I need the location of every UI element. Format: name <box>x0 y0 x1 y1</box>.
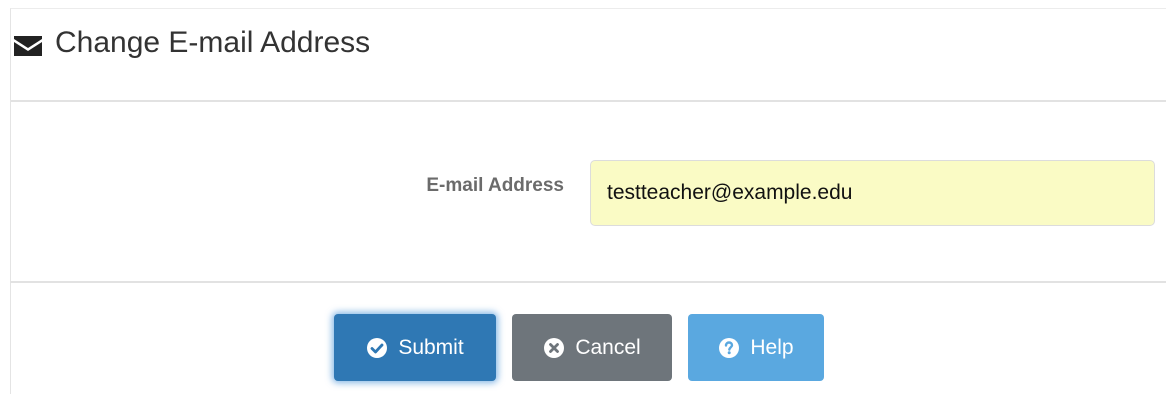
panel-header: Change E-mail Address <box>11 9 1166 102</box>
page-title: Change E-mail Address <box>55 26 371 59</box>
help-button[interactable]: Help <box>688 314 824 381</box>
submit-button[interactable]: Submit <box>334 314 496 381</box>
cancel-button[interactable]: Cancel <box>512 314 672 381</box>
question-circle-icon <box>718 337 740 359</box>
envelope-icon <box>13 34 43 58</box>
email-input[interactable] <box>590 160 1155 226</box>
email-label: E-mail Address <box>426 175 564 196</box>
help-label: Help <box>750 335 794 359</box>
submit-label: Submit <box>398 335 464 359</box>
footer-divider <box>10 281 1166 283</box>
cancel-label: Cancel <box>575 335 641 359</box>
times-circle-icon <box>543 337 565 359</box>
check-circle-icon <box>366 337 388 359</box>
